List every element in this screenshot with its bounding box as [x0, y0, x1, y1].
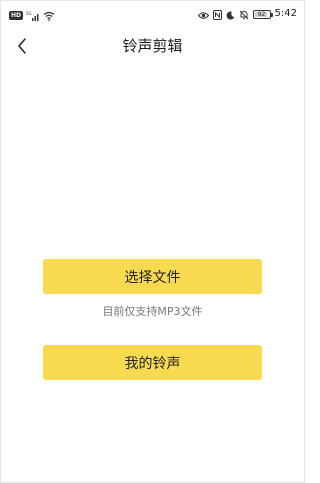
signal-icon: 5G — [26, 6, 40, 25]
hd-badge: HD — [9, 10, 24, 20]
status-left: HD 5G — [9, 9, 55, 21]
select-file-label: 选择文件 — [124, 269, 181, 286]
status-bar: HD 5G 92 5:42 — [1, 1, 304, 29]
select-file-button[interactable]: 选择文件 — [43, 259, 262, 294]
nfc-icon — [212, 5, 222, 24]
moon-icon — [226, 5, 235, 24]
my-ringtones-button[interactable]: 我的铃声 — [43, 345, 262, 380]
svg-text:5G: 5G — [26, 11, 32, 16]
wifi-icon — [43, 6, 55, 25]
clock: 5:42 — [274, 8, 297, 19]
eye-icon — [197, 5, 209, 24]
battery-icon: 92 — [252, 9, 273, 19]
battery-percent: 92 — [257, 10, 266, 18]
mp3-support-hint: 目前仅支持MP3文件 — [102, 305, 203, 318]
app-screen: HD 5G 92 5:42 铃声剪辑 选择文件 目前仅支持MP3文件 我的铃声 — [0, 0, 305, 483]
page-title: 铃声剪辑 — [122, 37, 183, 55]
nav-bar: 铃声剪辑 — [1, 29, 304, 63]
mute-icon — [239, 5, 249, 24]
status-right: 92 5:42 — [197, 5, 297, 24]
my-ringtones-label: 我的铃声 — [124, 355, 181, 372]
